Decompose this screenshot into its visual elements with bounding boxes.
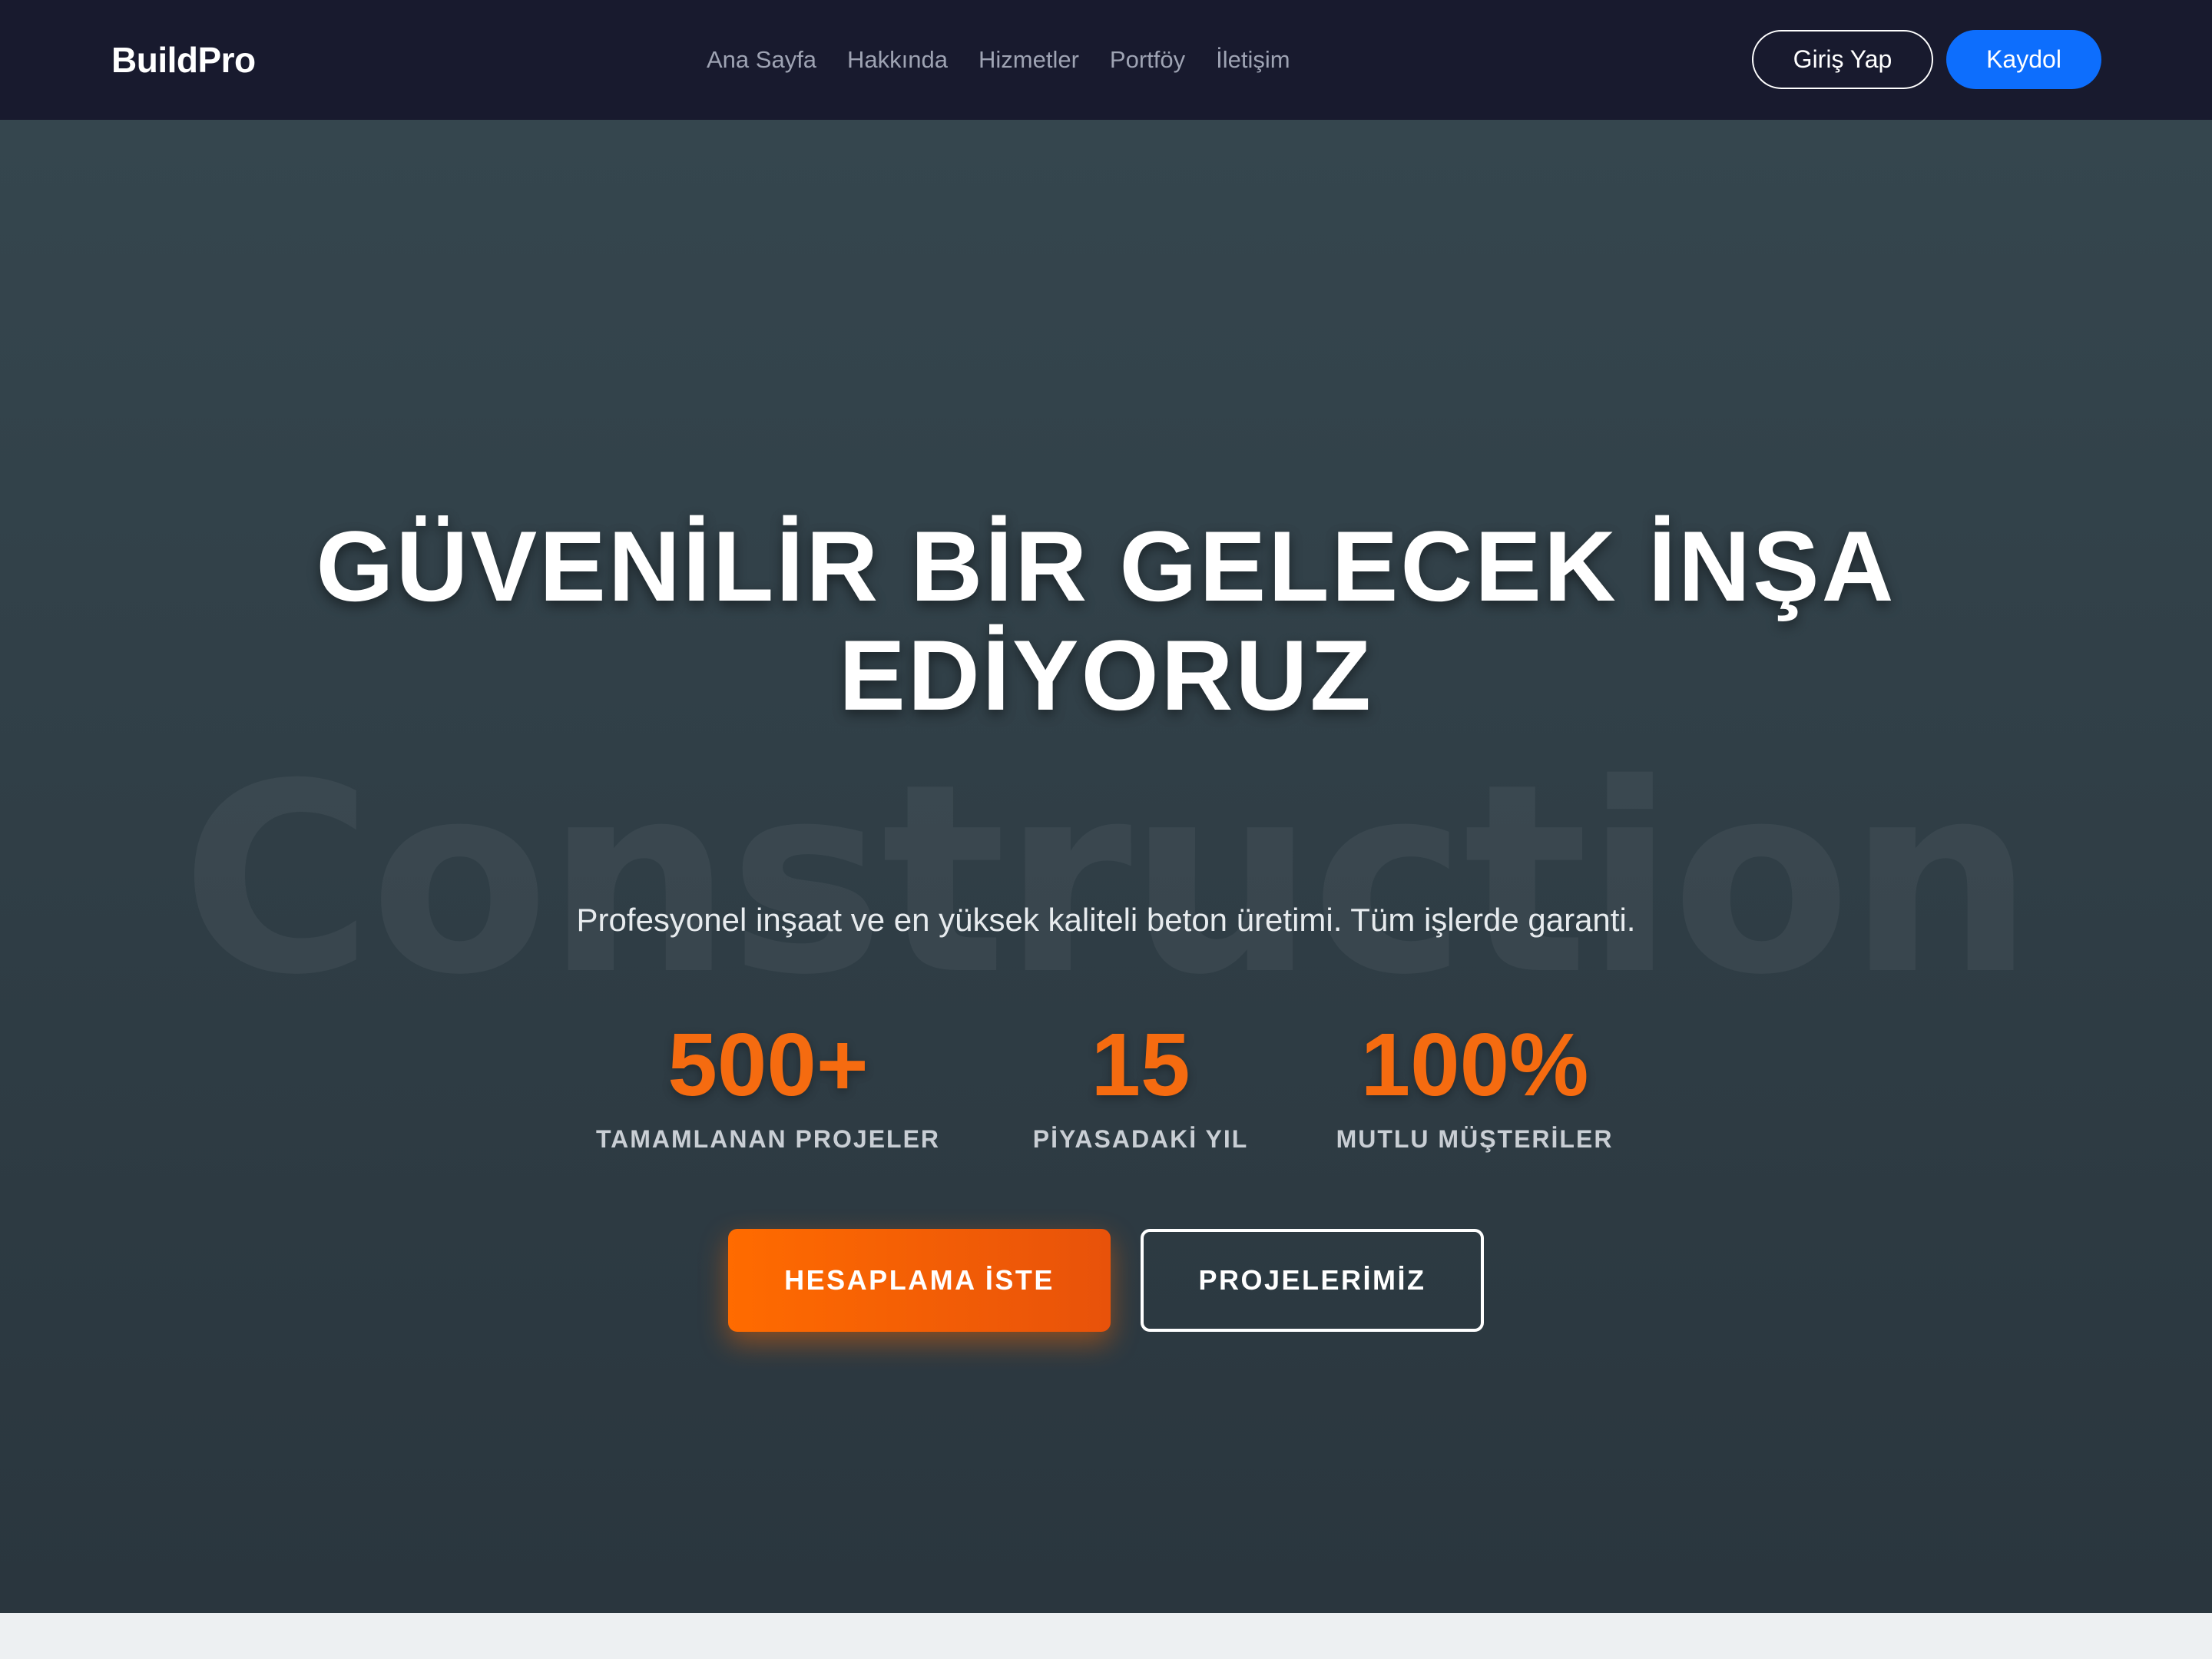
hero-subtitle: Profesyonel inşaat ve en yüksek kaliteli… <box>576 902 1636 938</box>
hero-title-line-2: EDİYORUZ <box>839 619 1373 731</box>
nav-link-home[interactable]: Ana Sayfa <box>707 38 816 81</box>
nav-link-portfolio[interactable]: Portföy <box>1110 38 1185 81</box>
stat-label: TAMAMLANAN PROJELER <box>595 1125 941 1153</box>
login-button[interactable]: Giriş Yap <box>1752 30 1933 89</box>
request-quote-button[interactable]: HESAPLAMA İSTE <box>728 1229 1111 1332</box>
stat-label: MUTLU MÜŞTERİLER <box>1336 1125 1614 1153</box>
hero-section: Construction GÜVENİLİR BİR GELECEK İNŞA … <box>0 120 2212 1613</box>
top-navbar: BuildPro Ana Sayfa Hakkında Hizmetler Po… <box>0 0 2212 120</box>
stat-completed-projects: 500+ TAMAMLANAN PROJELER <box>568 1011 968 1157</box>
stat-value: 100% <box>1360 1015 1589 1114</box>
stat-value: 15 <box>1091 1015 1190 1114</box>
our-projects-button[interactable]: PROJELERİMİZ <box>1141 1229 1484 1332</box>
signup-button[interactable]: Kaydol <box>1946 30 2101 89</box>
hero-title-line-1: GÜVENİLİR BİR GELECEK İNŞA <box>316 510 1896 622</box>
stat-label: PİYASADAKİ YIL <box>1032 1125 1249 1153</box>
hero-watermark-text: Construction <box>180 728 2034 1032</box>
main-nav: Ana Sayfa Hakkında Hizmetler Portföy İle… <box>707 38 1290 81</box>
nav-link-contact[interactable]: İletişim <box>1216 38 1290 81</box>
nav-link-services[interactable]: Hizmetler <box>979 38 1079 81</box>
hero-title: GÜVENİLİR BİR GELECEK İNŞA EDİYORUZ <box>230 512 1982 730</box>
nav-link-about[interactable]: Hakkında <box>847 38 948 81</box>
stat-happy-customers: 100% MUTLU MÜŞTERİLER <box>1313 1011 1636 1157</box>
next-section-strip <box>0 1613 2212 1659</box>
stat-value: 500+ <box>667 1015 869 1114</box>
stat-years-in-market: 15 PİYASADAKİ YIL <box>998 1011 1283 1157</box>
brand-logo[interactable]: BuildPro <box>111 37 256 83</box>
